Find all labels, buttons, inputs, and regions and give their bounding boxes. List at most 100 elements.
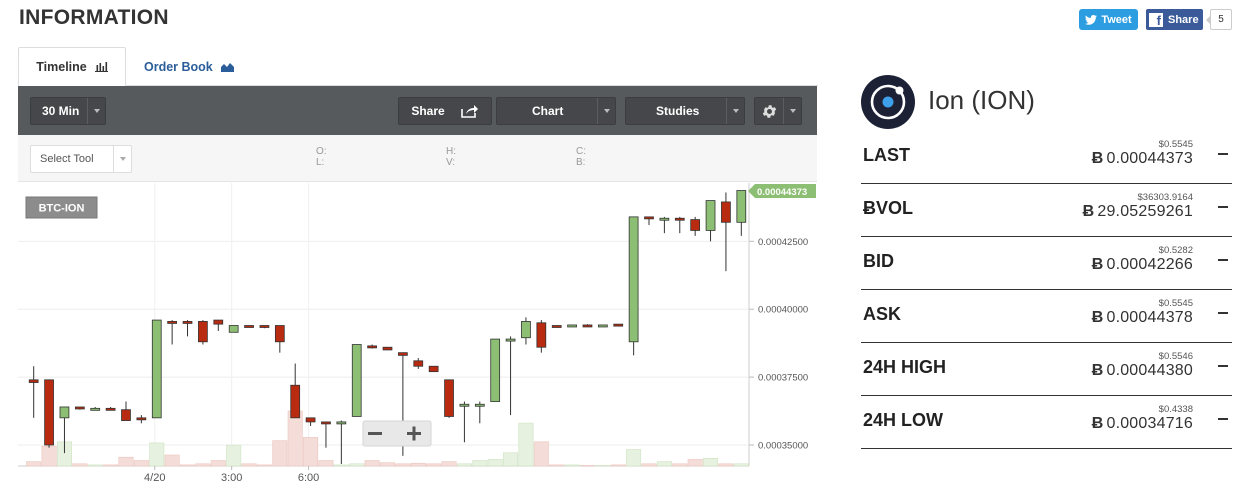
stat-row: LAST $0.5545 Ƀ 0.00044373 [861, 131, 1232, 184]
interval-dropdown[interactable]: 30 Min [30, 97, 106, 125]
collapse-toggle-icon[interactable] [1218, 312, 1228, 314]
chart-type-dropdown[interactable]: Chart [496, 97, 616, 125]
stat-btc-amount: 0.00044378 [1106, 309, 1193, 326]
candle-body [351, 344, 362, 417]
candle-body [244, 325, 254, 328]
candle-body [628, 216, 639, 343]
volume-bar [149, 442, 165, 467]
candle-body [505, 338, 516, 342]
stat-row: ɃVOL $36303.9164 Ƀ 29.05259261 [861, 184, 1232, 237]
chevron-down-icon [783, 98, 801, 124]
collapse-toggle-icon[interactable] [1218, 418, 1228, 420]
collapse-toggle-icon[interactable] [1218, 259, 1228, 261]
candle-body [105, 407, 116, 411]
collapse-toggle-icon[interactable] [1218, 365, 1228, 367]
candle-body [705, 200, 716, 231]
volume-bar [318, 460, 334, 467]
collapse-toggle-icon[interactable] [1218, 206, 1228, 208]
candle-body [367, 345, 377, 349]
candle-body [413, 360, 424, 367]
volume-bar [456, 463, 472, 467]
stat-label: ɃVOL [863, 198, 914, 218]
candle-body [521, 321, 531, 339]
volume-bar [518, 422, 534, 467]
stat-label: LAST [863, 145, 910, 165]
volume-bar [380, 462, 395, 467]
zoom-out-button[interactable] [368, 432, 382, 435]
tab-order-book-label: Order Book [144, 59, 213, 74]
volume-bar [133, 460, 149, 467]
low-label: L: [316, 157, 325, 168]
stat-btc-amount: 0.00034716 [1106, 415, 1193, 432]
stat-label: 24H HIGH [863, 357, 947, 377]
volume-bar [303, 437, 319, 467]
share-icon [460, 105, 478, 118]
share-chart-button[interactable]: Share [398, 97, 492, 125]
volume-bar [441, 461, 457, 467]
facebook-share-button[interactable]: f Share [1146, 9, 1203, 30]
candle-body [613, 323, 624, 327]
volume-bar [626, 449, 642, 467]
volume-bar [533, 441, 549, 467]
ohlc-readout-close-bid: C: B: [576, 146, 586, 168]
candlestick-chart[interactable]: 0.00042500 0.00040000 0.00037500 0.00035000… [18, 183, 818, 487]
select-tool-label: Select Tool [40, 153, 94, 165]
volume-bar [87, 464, 103, 467]
tab-order-book[interactable]: Order Book [144, 47, 234, 86]
collapse-toggle-icon[interactable] [1218, 153, 1228, 155]
stat-row: BID $0.5282 Ƀ 0.00042266 [861, 237, 1232, 290]
volume-bar [195, 463, 211, 467]
volume-bar [41, 445, 57, 467]
volume-bar [210, 460, 226, 467]
chevron-down-icon [113, 146, 131, 172]
candle-body [598, 324, 608, 328]
chevron-down-icon [87, 98, 105, 124]
volume-bar [641, 463, 657, 467]
select-tool-dropdown[interactable]: Select Tool [30, 145, 132, 173]
stat-usd-value: $0.5545 [1158, 298, 1193, 309]
settings-dropdown[interactable] [754, 97, 802, 125]
studies-dropdown[interactable]: Studies [625, 97, 745, 125]
ohlc-readout-open-low: O: L: [316, 146, 327, 168]
pair-label: BTC-ION [39, 203, 85, 215]
studies-label: Studies [656, 104, 700, 118]
bitcoin-icon: Ƀ [1091, 362, 1104, 379]
tab-timeline[interactable]: Timeline [18, 47, 126, 86]
chart-type-label: Chart [532, 104, 564, 118]
volume-bar [241, 463, 257, 467]
candle-body [28, 379, 39, 383]
ion-logo-icon [861, 75, 915, 129]
candle-body [551, 325, 562, 328]
candle-body [259, 325, 270, 328]
stat-btc-amount: 0.00044373 [1106, 150, 1193, 167]
bitcoin-icon: Ƀ [1091, 150, 1104, 167]
volume-bar [579, 465, 595, 467]
candle-body [321, 421, 331, 425]
volume-bar [272, 440, 288, 467]
volume-bar [472, 460, 488, 467]
price-tick-label: 0.00035000 [758, 440, 808, 451]
stat-usd-value: $0.5545 [1158, 139, 1193, 150]
price-tick-label: 0.00037500 [758, 373, 808, 384]
twitter-bird-icon [1085, 14, 1098, 25]
candle-body [44, 379, 54, 446]
stat-btc-amount: 0.00042266 [1106, 256, 1193, 273]
chart-toolbar: 30 Min Share Chart Studies [18, 86, 817, 135]
tweet-button[interactable]: Tweet [1079, 9, 1138, 30]
volume-bar [733, 463, 749, 467]
volume-bar [549, 464, 565, 467]
volume-bar [672, 463, 688, 467]
stat-row: 24H HIGH $0.5546 Ƀ 0.00044380 [861, 343, 1232, 396]
stat-btc-value: Ƀ 29.05259261 [1083, 203, 1193, 221]
volume-bar [287, 410, 303, 467]
candle-body [198, 321, 208, 343]
candle-body [121, 409, 131, 421]
candle-body [659, 217, 670, 221]
candle-body [59, 406, 70, 419]
stat-usd-value: $0.5546 [1158, 351, 1193, 362]
candle-body [674, 217, 685, 221]
time-tick-label: 3:00 [221, 472, 242, 484]
price-axis: 0.00042500 0.00040000 0.00037500 0.00035000 [749, 237, 808, 451]
bitcoin-icon: Ƀ [1091, 256, 1104, 273]
volume-bar [26, 461, 42, 467]
